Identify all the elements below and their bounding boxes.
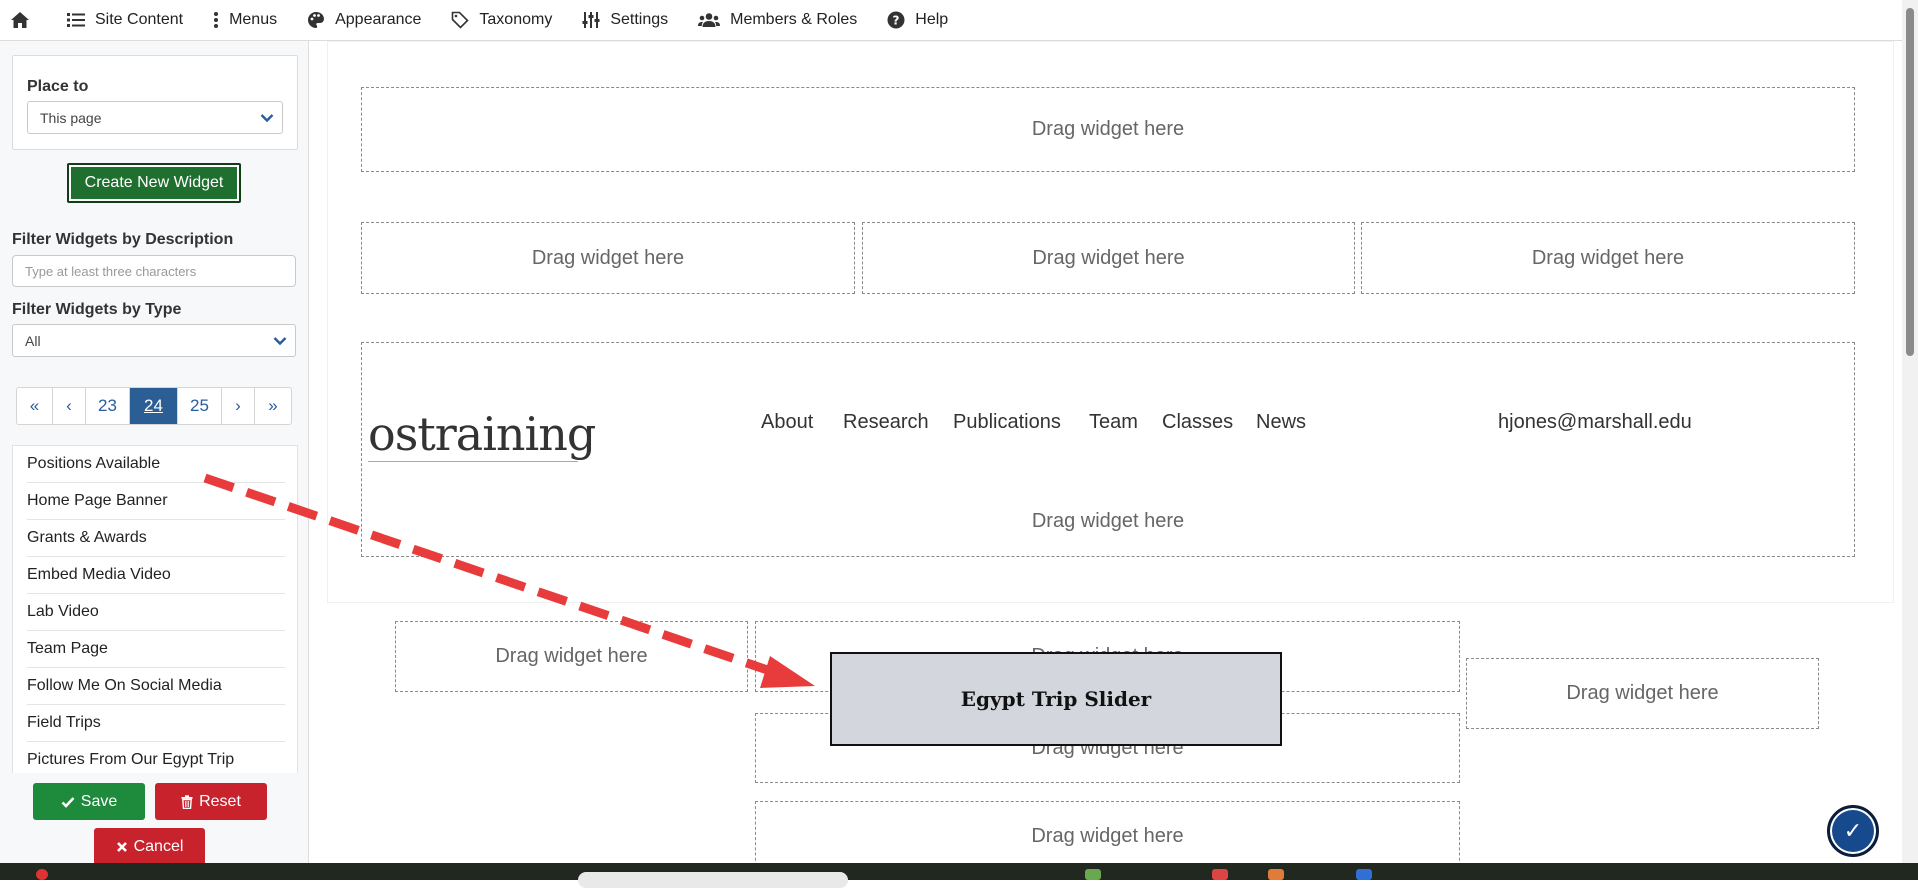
taskbar-app-icon[interactable] [1212,869,1228,880]
taskbar-app-icon[interactable] [1085,869,1101,880]
drag-arrow [203,473,815,688]
vertical-scrollbar[interactable] [1902,0,1918,863]
os-taskbar [0,863,1918,880]
taskbar-app-icon[interactable] [1268,869,1284,880]
notification-badge-icon [36,869,48,880]
taskbar-search[interactable] [578,872,848,888]
taskbar-app-icon[interactable] [1356,869,1372,880]
scrollbar-thumb[interactable] [1906,8,1914,356]
